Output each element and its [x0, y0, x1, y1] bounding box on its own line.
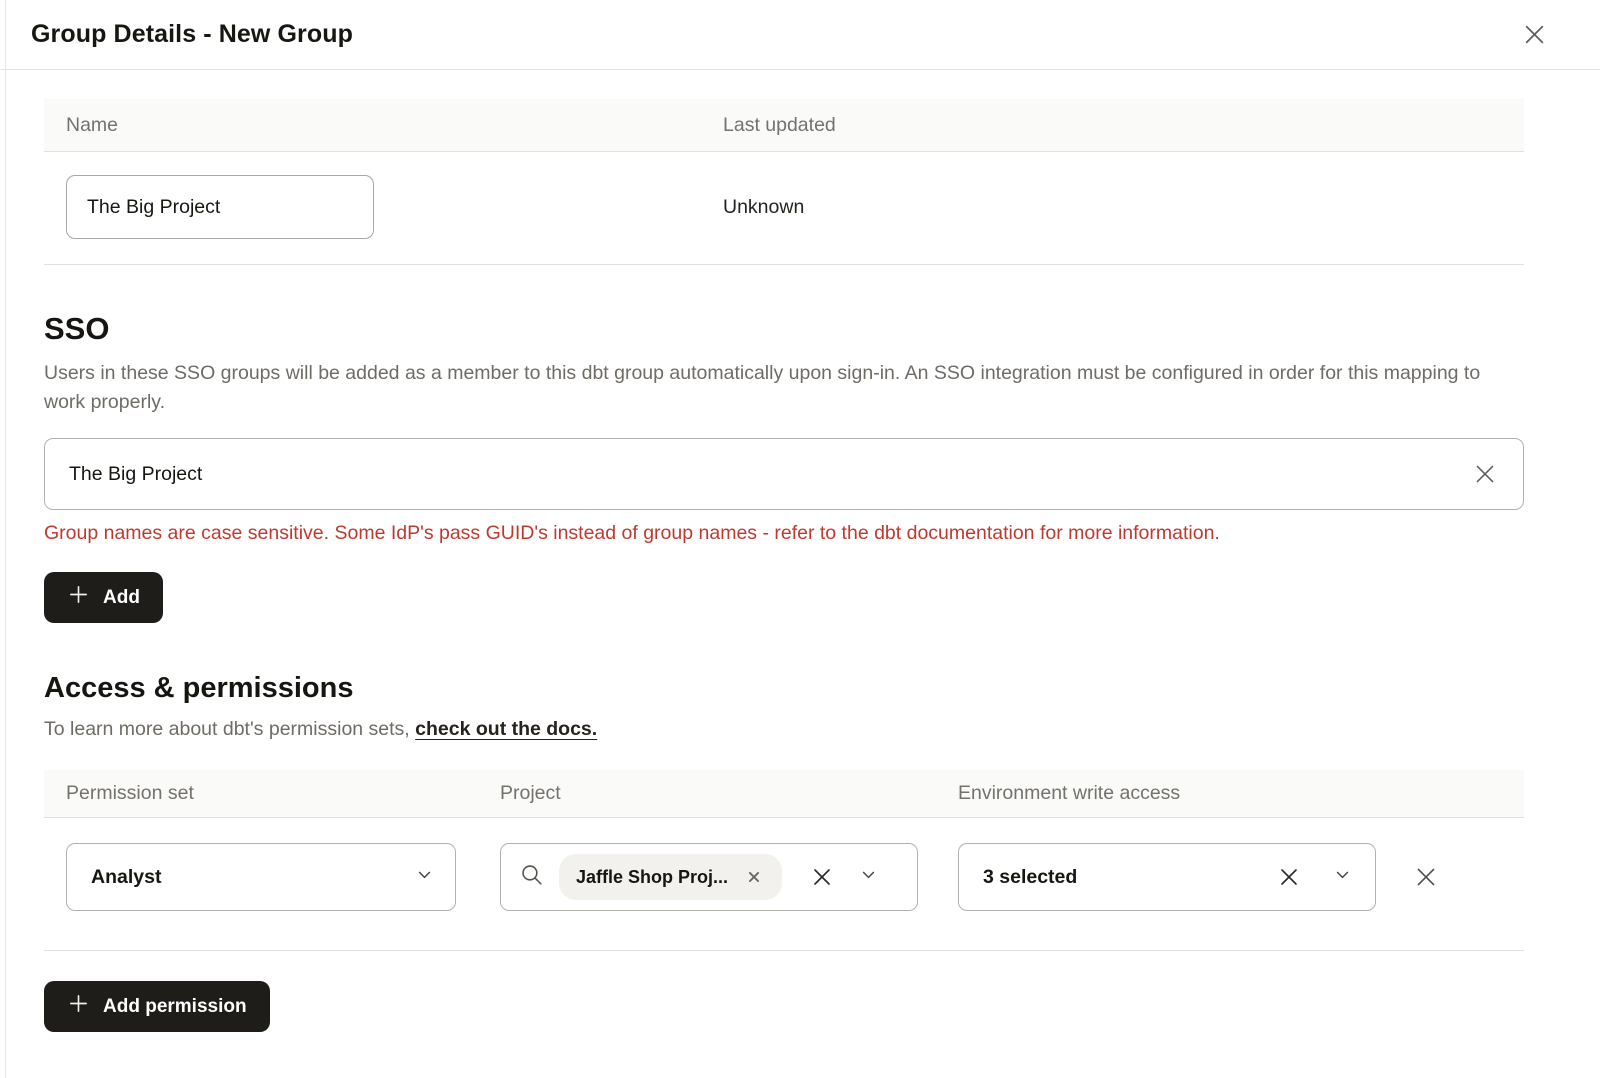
sso-heading: SSO [44, 311, 1524, 347]
plus-icon [67, 583, 90, 612]
group-table: Name Last updated Unknown [44, 99, 1524, 265]
sso-description: Users in these SSO groups will be added … [44, 359, 1524, 417]
chevron-down-icon [416, 866, 433, 888]
docs-link[interactable]: check out the docs. [415, 718, 597, 740]
column-project: Project [500, 782, 958, 805]
project-clear-button[interactable] [806, 861, 838, 893]
permissions-description: To learn more about dbt's permission set… [44, 718, 1524, 741]
group-name-input[interactable] [66, 175, 374, 239]
modal-title: Group Details - New Group [31, 20, 353, 49]
column-environment: Environment write access [958, 782, 1502, 805]
group-details-modal: Group Details - New Group Name Last upda… [0, 0, 1600, 1078]
plus-icon [67, 992, 90, 1021]
permissions-description-text: To learn more about dbt's permission set… [44, 718, 415, 740]
group-table-row: Unknown [44, 152, 1524, 265]
project-tag-label: Jaffle Shop Proj... [576, 867, 728, 888]
permission-set-value: Analyst [91, 866, 161, 889]
remove-project-tag-button[interactable] [743, 866, 765, 888]
permissions-heading: Access & permissions [44, 672, 1524, 705]
permission-row: Analyst Jaffle Shop Proj... [44, 818, 1524, 951]
project-multiselect[interactable]: Jaffle Shop Proj... [500, 843, 918, 911]
environment-clear-button[interactable] [1273, 861, 1305, 893]
add-sso-button[interactable]: Add [44, 572, 163, 623]
environment-value: 3 selected [983, 866, 1077, 889]
add-permission-label: Add permission [103, 996, 247, 1018]
column-last-updated: Last updated [723, 114, 1502, 137]
modal-header: Group Details - New Group [0, 0, 1600, 70]
column-name: Name [66, 114, 723, 137]
sso-group-field [44, 438, 1524, 510]
last-updated-value: Unknown [723, 196, 1502, 219]
sso-clear-button[interactable] [1468, 457, 1502, 491]
group-table-header: Name Last updated [44, 99, 1524, 152]
project-tag: Jaffle Shop Proj... [559, 854, 782, 900]
sso-group-input[interactable] [44, 438, 1524, 510]
modal-left-edge [5, 0, 6, 1078]
chevron-down-icon [860, 866, 877, 888]
x-icon [1413, 864, 1439, 890]
permissions-table-header: Permission set Project Environment write… [44, 770, 1524, 818]
column-permission-set: Permission set [66, 782, 500, 805]
permission-set-select[interactable]: Analyst [66, 843, 456, 911]
add-sso-label: Add [103, 587, 140, 609]
clear-icon [1277, 865, 1301, 889]
close-button[interactable] [1517, 17, 1552, 52]
modal-body: Name Last updated Unknown SSO Users in t… [0, 99, 1600, 1032]
close-icon [1521, 21, 1548, 48]
clear-icon [810, 865, 834, 889]
search-icon [519, 862, 544, 892]
permissions-table: Permission set Project Environment write… [44, 770, 1524, 951]
remove-permission-row-button[interactable] [1409, 860, 1443, 894]
sso-helper-text: Group names are case sensitive. Some IdP… [44, 522, 1524, 545]
clear-icon [1472, 461, 1498, 487]
chevron-down-icon [1334, 866, 1351, 888]
x-icon [747, 870, 761, 884]
environment-select[interactable]: 3 selected [958, 843, 1376, 911]
add-permission-button[interactable]: Add permission [44, 981, 270, 1032]
